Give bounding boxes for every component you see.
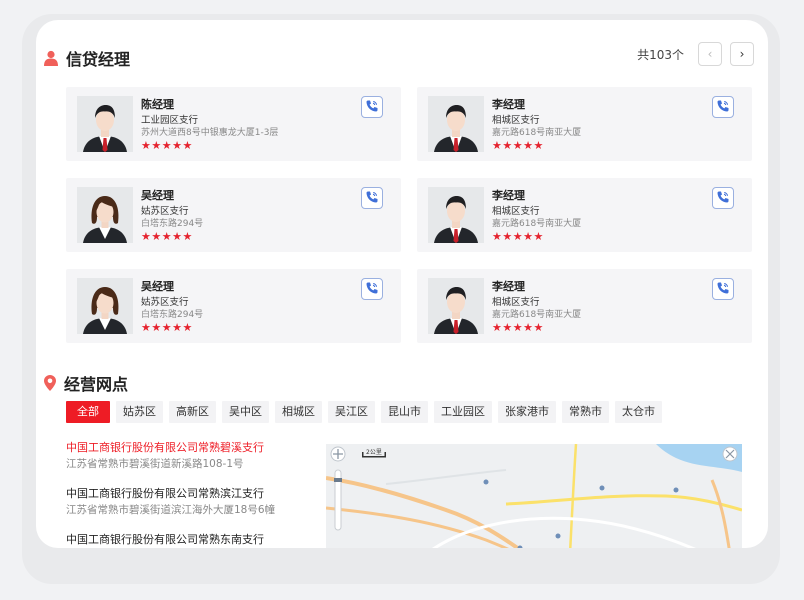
filter-chip[interactable]: 常熟市 [562, 401, 609, 423]
branch-name: 中国工商银行股份有限公司常熟碧溪支行 [66, 441, 264, 454]
call-button[interactable] [361, 278, 383, 300]
phone-icon [365, 98, 379, 117]
prev-page-button[interactable]: ‹ [698, 42, 722, 66]
manager-branch: 相城区支行 [492, 115, 540, 126]
manager-branch: 姑苏区支行 [141, 206, 189, 217]
rating-stars: ★★★★★ [492, 230, 544, 243]
filter-chip[interactable]: 吴中区 [222, 401, 269, 423]
managers-title: 信贷经理 [66, 50, 131, 69]
manager-address: 苏州大道西8号中银惠龙大厦1-3层 [141, 128, 279, 138]
location-pin-icon [44, 375, 56, 391]
call-button[interactable] [712, 187, 734, 209]
phone-icon [365, 280, 379, 299]
manager-address: 白塔东路294号 [141, 310, 204, 320]
manager-name: 吴经理 [141, 280, 174, 293]
filter-chip[interactable]: 张家港市 [498, 401, 556, 423]
manager-card[interactable]: 李经理相城区支行嘉元路618号南亚大厦 ★★★★★ [417, 269, 752, 343]
map-canvas: 2公里 [326, 444, 742, 548]
branch-address: 江苏省常熟市碧溪街道滨江海外大厦18号6幢 [66, 504, 276, 516]
phone-icon [365, 189, 379, 208]
manager-name: 吴经理 [141, 189, 174, 202]
branch-item[interactable]: 中国工商银行股份有限公司常熟东南支行 [66, 532, 306, 548]
branch-item[interactable]: 中国工商银行股份有限公司常熟碧溪支行 江苏省常熟市碧溪街道新溪路108-1号 [66, 440, 306, 472]
filter-chip[interactable]: 昆山市 [381, 401, 428, 423]
branch-list: 中国工商银行股份有限公司常熟碧溪支行 江苏省常熟市碧溪街道新溪路108-1号 中国工… [66, 440, 306, 548]
filter-chip[interactable]: 太仓市 [615, 401, 662, 423]
manager-card[interactable]: 李经理相城区支行嘉元路618号南亚大厦 ★★★★★ [417, 178, 752, 252]
filter-chip[interactable]: 吴江区 [328, 401, 375, 423]
outlets-title: 经营网点 [64, 375, 129, 394]
pager: 共103个 ‹ › [637, 42, 754, 66]
manager-name: 陈经理 [141, 98, 174, 111]
manager-address: 嘉元路618号南亚大厦 [492, 128, 582, 138]
filter-chip[interactable]: 姑苏区 [116, 401, 163, 423]
manager-name: 李经理 [492, 98, 525, 111]
manager-branch: 相城区支行 [492, 206, 540, 217]
manager-card[interactable]: 吴经理姑苏区支行白塔东路294号 ★★★★★ [66, 269, 401, 343]
avatar [77, 278, 133, 334]
filter-chip[interactable]: 相城区 [275, 401, 322, 423]
avatar [428, 96, 484, 152]
branch-name: 中国工商银行股份有限公司常熟东南支行 [66, 533, 264, 546]
manager-branch: 工业园区支行 [141, 115, 199, 126]
manager-address: 嘉元路618号南亚大厦 [492, 310, 582, 320]
manager-name: 李经理 [492, 189, 525, 202]
manager-name: 李经理 [492, 280, 525, 293]
call-button[interactable] [712, 96, 734, 118]
rating-stars: ★★★★★ [492, 321, 544, 334]
content-panel: 信贷经理 共103个 ‹ › 陈经理工业园区支行苏州大道西8号中银惠龙大厦1-3… [36, 20, 768, 548]
rating-stars: ★★★★★ [492, 139, 544, 152]
phone-icon [716, 280, 730, 299]
manager-branch: 姑苏区支行 [141, 297, 189, 308]
manager-address: 白塔东路294号 [141, 219, 204, 229]
outlets-header: 经营网点 [44, 371, 128, 395]
branch-address: 江苏省常熟市碧溪街道新溪路108-1号 [66, 458, 244, 470]
filter-chip[interactable]: 高新区 [169, 401, 216, 423]
chevron-left-icon: ‹ [707, 47, 713, 61]
phone-icon [716, 189, 730, 208]
call-button[interactable] [712, 278, 734, 300]
avatar [428, 278, 484, 334]
district-filters: 全部 姑苏区 高新区 吴中区 相城区 吴江区 昆山市 工业园区 张家港市 常熟市 太仓市 [66, 401, 668, 423]
rating-stars: ★★★★★ [141, 230, 193, 243]
rating-stars: ★★★★★ [141, 139, 193, 152]
next-page-button[interactable]: › [730, 42, 754, 66]
managers-header: 信贷经理 [44, 46, 130, 70]
manager-card[interactable]: 李经理相城区支行嘉元路618号南亚大厦 ★★★★★ [417, 87, 752, 161]
manager-card[interactable]: 陈经理工业园区支行苏州大道西8号中银惠龙大厦1-3层 ★★★★★ [66, 87, 401, 161]
rating-stars: ★★★★★ [141, 321, 193, 334]
map-scale-label: 2公里 [366, 449, 382, 456]
branch-item[interactable]: 中国工商银行股份有限公司常熟滨江支行 江苏省常熟市碧溪街道滨江海外大厦18号6幢 [66, 486, 306, 518]
call-button[interactable] [361, 187, 383, 209]
manager-address: 嘉元路618号南亚大厦 [492, 219, 582, 229]
manager-card[interactable]: 吴经理姑苏区支行白塔东路294号 ★★★★★ [66, 178, 401, 252]
pager-total: 共103个 [637, 47, 684, 62]
chevron-right-icon: › [739, 47, 745, 61]
avatar [77, 96, 133, 152]
phone-icon [716, 98, 730, 117]
avatar [428, 187, 484, 243]
manager-branch: 相城区支行 [492, 297, 540, 308]
filter-chip[interactable]: 全部 [66, 401, 110, 423]
map-view[interactable]: 2公里 [326, 444, 742, 548]
filter-chip[interactable]: 工业园区 [434, 401, 492, 423]
avatar [77, 187, 133, 243]
branch-name: 中国工商银行股份有限公司常熟滨江支行 [66, 487, 264, 500]
call-button[interactable] [361, 96, 383, 118]
person-icon [44, 50, 58, 66]
